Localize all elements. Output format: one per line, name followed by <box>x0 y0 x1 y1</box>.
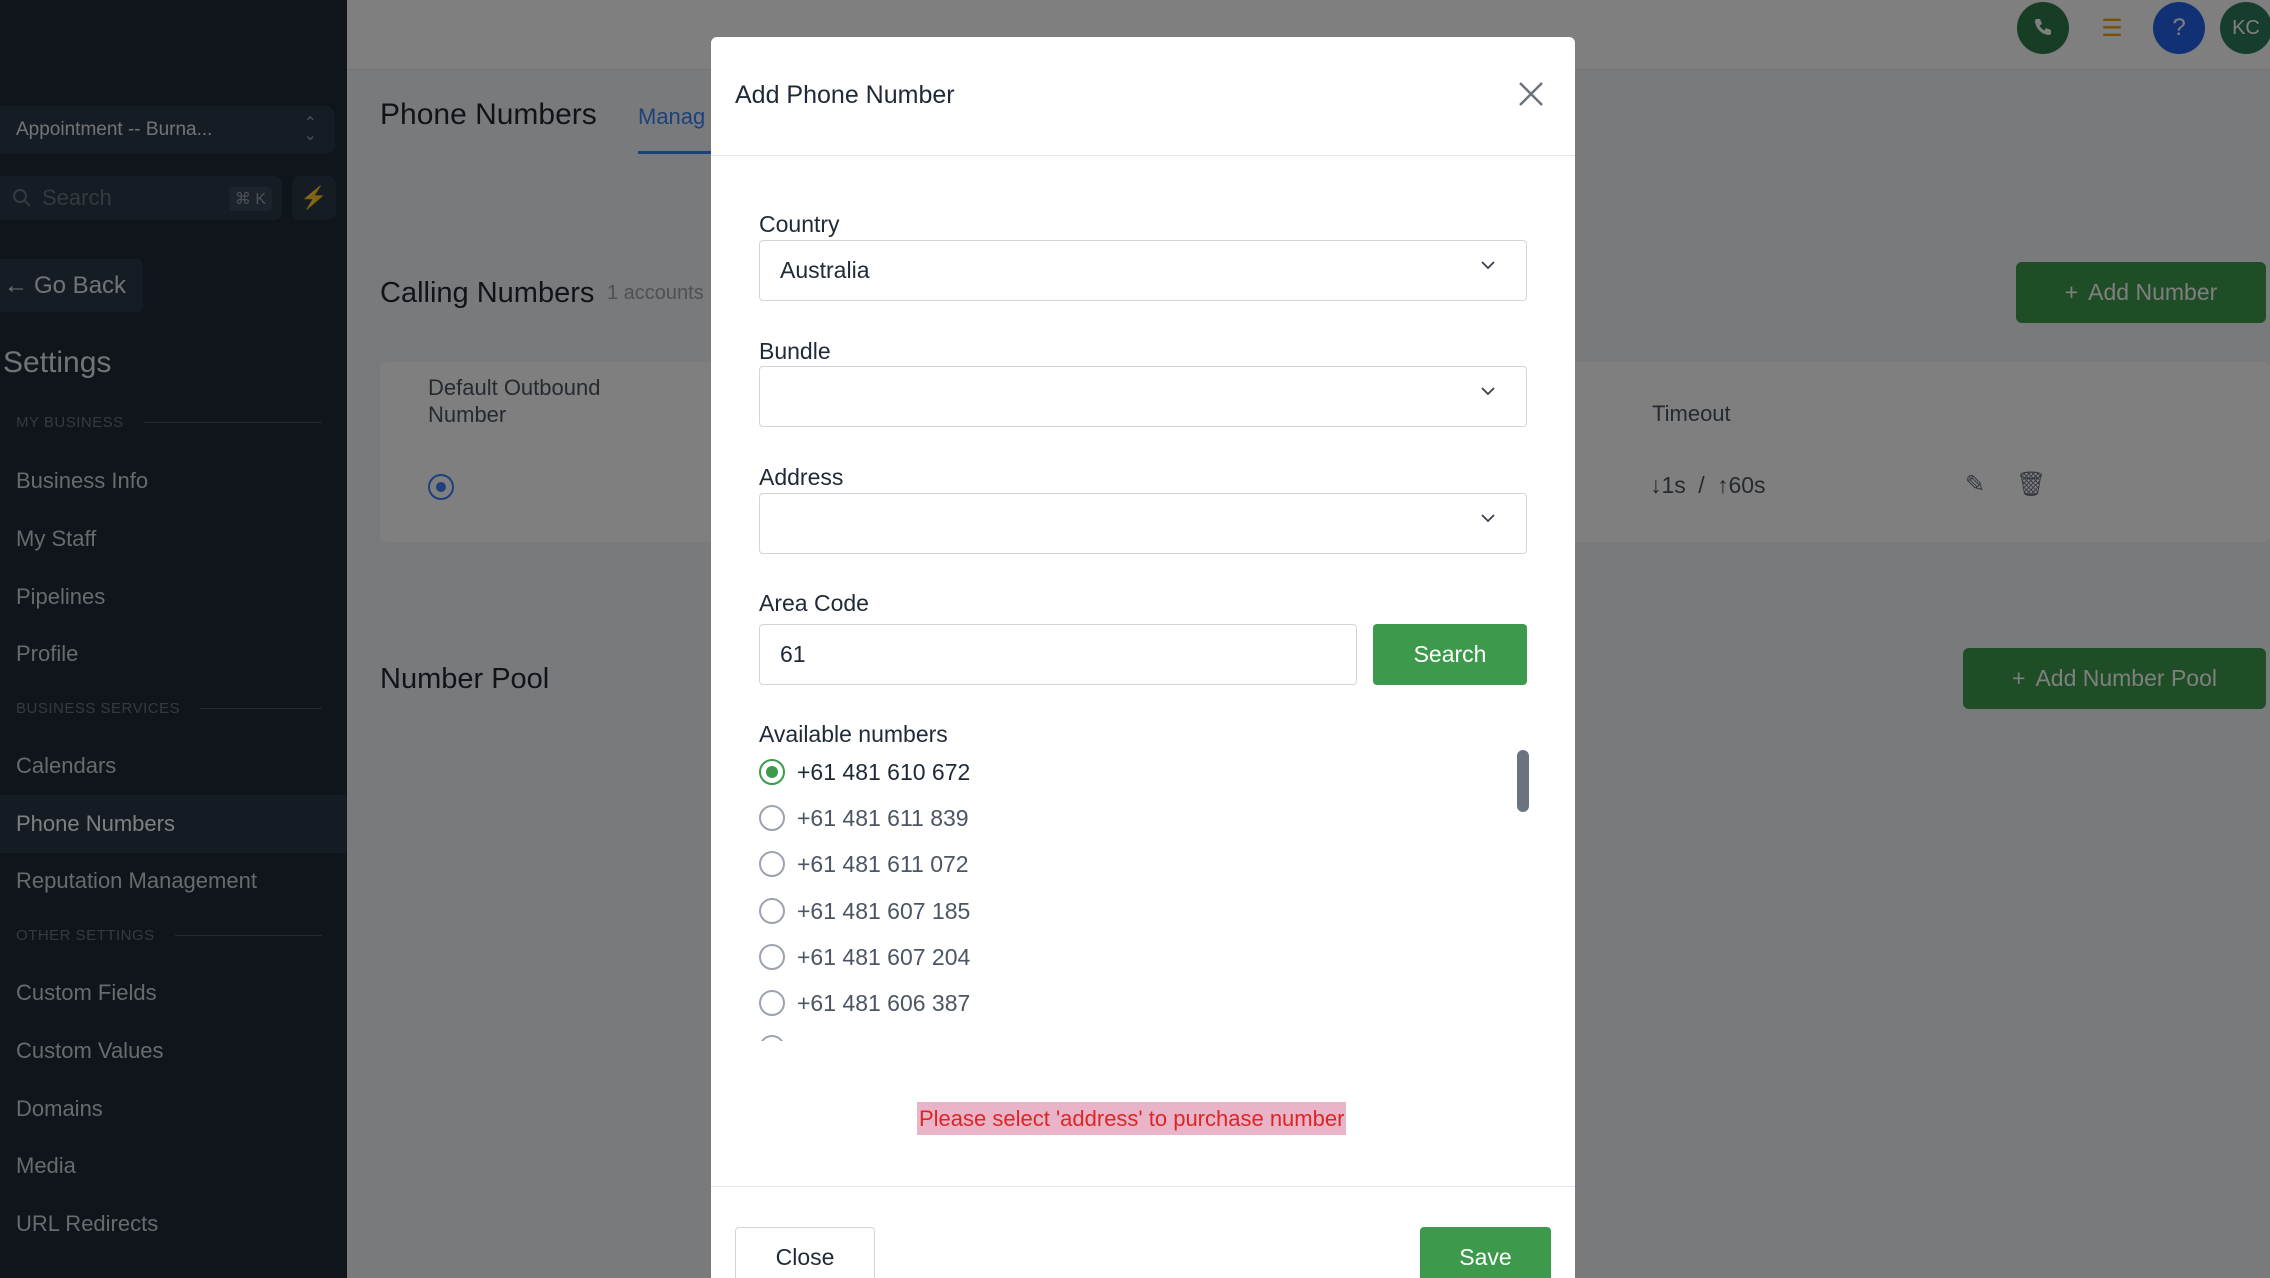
address-error-message: Please select 'address' to purchase numb… <box>917 1102 1347 1135</box>
area-code-label: Area Code <box>759 590 869 616</box>
close-icon[interactable] <box>1511 75 1551 115</box>
number-option[interactable]: +61 481 611 072 <box>759 841 969 887</box>
address-select[interactable] <box>759 493 1527 554</box>
radio[interactable] <box>759 944 785 970</box>
address-label: Address <box>759 464 844 490</box>
chevron-down-icon <box>1481 387 1495 396</box>
number-option[interactable]: +61 481 606 387 <box>759 980 970 1026</box>
country-value: Australia <box>780 257 870 283</box>
add-phone-number-modal: Add Phone Number Country Australia Bundl… <box>711 37 1575 1278</box>
area-code-input[interactable]: 61 <box>759 624 1357 685</box>
radio[interactable] <box>759 990 785 1016</box>
save-button[interactable]: Save <box>1420 1227 1551 1278</box>
available-numbers-list[interactable]: +61 481 610 672 +61 481 611 839 +61 481 … <box>759 749 1519 1041</box>
bundle-select[interactable] <box>759 366 1527 427</box>
number-option[interactable]: +61 481 607 185 <box>759 888 970 934</box>
radio-selected[interactable] <box>759 759 785 785</box>
close-button[interactable]: Close <box>735 1227 875 1278</box>
radio[interactable] <box>759 805 785 831</box>
search-button[interactable]: Search <box>1373 624 1527 685</box>
radio[interactable] <box>759 851 785 877</box>
number-option-partial[interactable] <box>759 1025 785 1041</box>
number-option[interactable]: +61 481 607 204 <box>759 934 970 980</box>
country-select[interactable]: Australia <box>759 240 1527 301</box>
modal-header: Add Phone Number <box>711 37 1575 156</box>
numbers-scrollbar[interactable] <box>1517 750 1529 812</box>
chevron-down-icon <box>1481 514 1495 523</box>
radio[interactable] <box>759 1035 785 1041</box>
bundle-label: Bundle <box>759 338 831 364</box>
available-numbers-label: Available numbers <box>759 721 948 747</box>
chevron-down-icon <box>1481 261 1495 270</box>
modal-title: Add Phone Number <box>735 81 955 109</box>
number-option[interactable]: +61 481 611 839 <box>759 795 969 841</box>
country-label: Country <box>759 211 840 237</box>
number-option[interactable]: +61 481 610 672 <box>759 749 970 795</box>
radio[interactable] <box>759 898 785 924</box>
modal-footer-divider <box>711 1186 1575 1187</box>
